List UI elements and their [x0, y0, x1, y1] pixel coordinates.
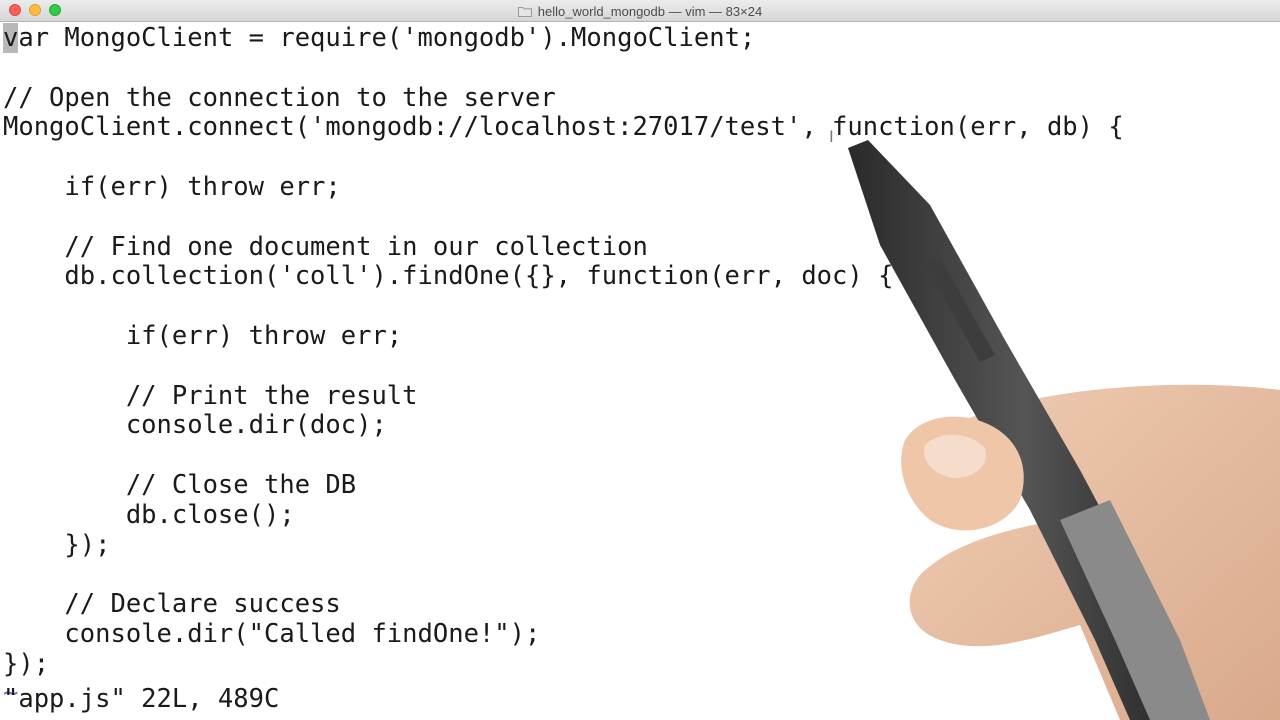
code-line[interactable]: // Print the result: [3, 381, 418, 411]
window-title: hello_world_mongodb — vim — 83×24: [537, 3, 763, 19]
title-bar[interactable]: hello_world_mongodb — vim — 83×24: [0, 0, 1280, 22]
ibeam-cursor-icon: I: [829, 127, 834, 146]
code-text: ar MongoClient = require('mongodb').Mong…: [18, 23, 756, 53]
code-line[interactable]: // Open the connection to the server: [3, 83, 556, 113]
text-cursor: v: [3, 23, 19, 53]
code-line[interactable]: // Find one document in our collection: [3, 232, 647, 262]
folder-icon: [517, 6, 532, 17]
code-line[interactable]: });: [3, 649, 49, 679]
code-line[interactable]: console.dir("Called findOne!");: [3, 619, 540, 649]
code-line[interactable]: // Declare success: [3, 589, 340, 619]
terminal-window: hello_world_mongodb — vim — 83×24 var Mo…: [0, 0, 1280, 720]
code-line[interactable]: db.collection('coll').findOne({}, functi…: [3, 261, 893, 291]
code-line[interactable]: db.close();: [3, 500, 295, 530]
code-line[interactable]: if(err) throw err;: [3, 172, 340, 202]
vim-editor[interactable]: var MongoClient = require('mongodb').Mon…: [0, 22, 1280, 720]
code-line[interactable]: });: [3, 530, 110, 560]
code-line[interactable]: console.dir(doc);: [3, 410, 387, 440]
title-area: hello_world_mongodb — vim — 83×24: [0, 0, 1280, 22]
vim-status-line: "app.js" 22L, 489C: [3, 684, 280, 714]
code-line[interactable]: var MongoClient = require('mongodb').Mon…: [3, 23, 755, 53]
code-line[interactable]: // Close the DB: [3, 470, 356, 500]
code-line[interactable]: if(err) throw err;: [3, 321, 402, 351]
code-line[interactable]: MongoClient.connect('mongodb://localhost…: [3, 112, 1124, 142]
